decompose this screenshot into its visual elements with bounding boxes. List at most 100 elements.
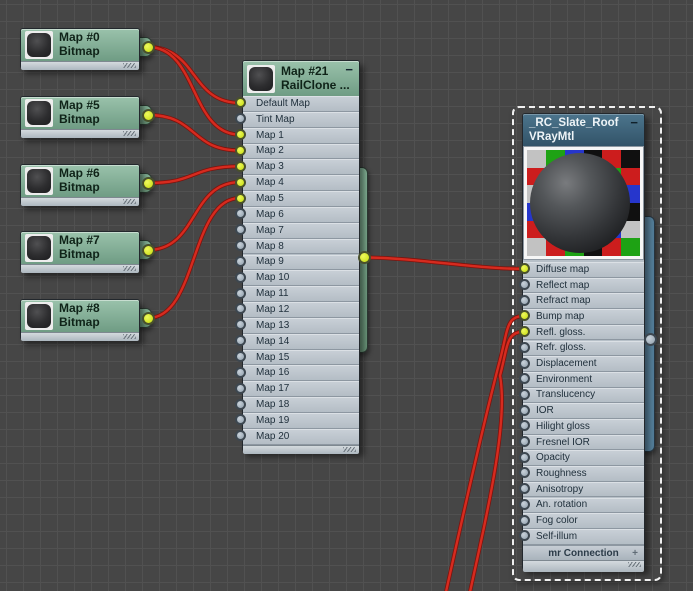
input-socket-map-16[interactable] [235, 367, 246, 378]
slot-label: Default Map [243, 98, 310, 109]
slot-label: Fresnel IOR [523, 437, 590, 448]
input-socket-map-14[interactable] [235, 335, 246, 346]
slot-label: Reflect map [523, 280, 589, 291]
slot-row-translucency: Translucency [523, 388, 644, 404]
input-socket-map-17[interactable] [235, 383, 246, 394]
input-socket-opacity[interactable] [519, 452, 530, 463]
input-socket-map-12[interactable] [235, 303, 246, 314]
output-socket-map-6[interactable] [142, 177, 155, 190]
input-socket-reflect-map[interactable] [519, 279, 530, 290]
input-socket-map-20[interactable] [235, 430, 246, 441]
input-socket-refract-map[interactable] [519, 295, 530, 306]
slot-row-map-5: Map 5 [243, 191, 359, 207]
node-header[interactable]: Map #0 Bitmap [21, 29, 139, 61]
input-socket-tint-map[interactable] [235, 113, 246, 124]
slot-label: An. rotation [523, 499, 587, 510]
output-socket-map-0[interactable] [142, 41, 155, 54]
input-socket-map-8[interactable] [235, 240, 246, 251]
input-socket-default-map[interactable] [235, 97, 246, 108]
input-socket-map-6[interactable] [235, 208, 246, 219]
input-socket-map-1[interactable] [235, 129, 246, 140]
input-socket-refr-gloss[interactable] [519, 342, 530, 353]
connection-wire[interactable] [365, 258, 525, 269]
collapse-icon[interactable]: − [630, 115, 638, 130]
bitmap-node-map-5[interactable]: Map #5 Bitmap [20, 96, 140, 137]
input-socket-map-15[interactable] [235, 351, 246, 362]
slot-row-map-7: Map 7 [243, 223, 359, 239]
material-preview[interactable] [524, 147, 643, 259]
input-socket-an-rotation[interactable] [519, 499, 530, 510]
railclone-node[interactable]: Map #21 RailClone ... − Default Map Tint… [242, 60, 360, 452]
resize-handle[interactable] [21, 264, 139, 273]
bitmap-thumbnail-icon [25, 302, 53, 330]
slot-row-anisotropy: Anisotropy [523, 482, 644, 498]
resize-handle[interactable] [243, 445, 359, 454]
input-socket-ior[interactable] [519, 405, 530, 416]
connection-wire[interactable] [148, 47, 240, 135]
node-header[interactable]: Map #7 Bitmap [21, 232, 139, 264]
input-socket-anisotropy[interactable] [519, 483, 530, 494]
plus-icon[interactable]: + [632, 546, 638, 561]
collapse-icon[interactable]: − [345, 62, 353, 77]
input-socket-map-4[interactable] [235, 177, 246, 188]
mr-connection-bar[interactable]: mr Connection + [523, 545, 644, 560]
resize-handle[interactable] [21, 197, 139, 206]
node-title: Map #21 [281, 65, 350, 79]
slot-row-an-rotation: An. rotation [523, 498, 644, 514]
slot-row-map-12: Map 12 [243, 302, 359, 318]
input-socket-bump-map[interactable] [519, 310, 530, 321]
input-socket-map-9[interactable] [235, 256, 246, 267]
railclone-output-socket[interactable] [358, 251, 371, 264]
resize-handle[interactable] [21, 61, 139, 70]
node-header[interactable]: Map #21 RailClone ... − [243, 61, 359, 96]
input-socket-diffuse-map[interactable] [519, 263, 530, 274]
resize-handle[interactable] [21, 129, 139, 138]
slot-label: Refract map [523, 295, 590, 306]
bitmap-node-map-0[interactable]: Map #0 Bitmap [20, 28, 140, 69]
input-socket-map-19[interactable] [235, 414, 246, 425]
input-socket-fresnel-ior[interactable] [519, 436, 530, 447]
connection-wire[interactable] [444, 316, 524, 591]
node-header[interactable]: Map #8 Bitmap [21, 300, 139, 332]
input-socket-map-10[interactable] [235, 272, 246, 283]
input-socket-map-5[interactable] [235, 193, 246, 204]
input-socket-map-3[interactable] [235, 161, 246, 172]
node-canvas[interactable]: Map #0 Bitmap Map #5 Bitmap Map #6 Bitma… [0, 0, 693, 591]
bitmap-node-map-6[interactable]: Map #6 Bitmap [20, 164, 140, 205]
resize-handle[interactable] [21, 332, 139, 341]
input-socket-fog-color[interactable] [519, 515, 530, 526]
input-socket-self-illum[interactable] [519, 530, 530, 541]
vray-material-node[interactable]: _RC_Slate_Roof VRayMtl − Diffuse map Ref… [522, 113, 645, 570]
slot-label: Map 3 [243, 161, 284, 172]
input-socket-map-7[interactable] [235, 224, 246, 235]
input-socket-map-11[interactable] [235, 288, 246, 299]
node-header[interactable]: _RC_Slate_Roof VRayMtl − [523, 114, 644, 146]
slot-row-diffuse-map: Diffuse map [523, 262, 644, 278]
input-socket-environment[interactable] [519, 373, 530, 384]
connection-wire[interactable] [148, 182, 240, 250]
input-socket-refl-gloss[interactable] [519, 326, 530, 337]
node-header[interactable]: Map #6 Bitmap [21, 165, 139, 197]
input-socket-translucency[interactable] [519, 389, 530, 400]
slot-row-map-8: Map 8 [243, 239, 359, 255]
bitmap-thumbnail-icon [25, 167, 53, 195]
resize-handle[interactable] [523, 560, 644, 572]
bitmap-node-map-8[interactable]: Map #8 Bitmap [20, 299, 140, 340]
node-header[interactable]: Map #5 Bitmap [21, 97, 139, 129]
bitmap-node-map-7[interactable]: Map #7 Bitmap [20, 231, 140, 272]
slot-row-map-17: Map 17 [243, 381, 359, 397]
slot-row-self-illum: Self-illum [523, 529, 644, 545]
input-socket-displacement[interactable] [519, 358, 530, 369]
output-socket-map-7[interactable] [142, 244, 155, 257]
input-socket-hilight-gloss[interactable] [519, 420, 530, 431]
input-socket-roughness[interactable] [519, 467, 530, 478]
bitmap-thumbnail-icon [25, 99, 53, 127]
slot-label: Map 19 [243, 415, 289, 426]
input-socket-map-13[interactable] [235, 319, 246, 330]
slot-row-map-3: Map 3 [243, 159, 359, 175]
input-socket-map-2[interactable] [235, 145, 246, 156]
output-socket-map-5[interactable] [142, 109, 155, 122]
input-socket-map-18[interactable] [235, 399, 246, 410]
output-socket-map-8[interactable] [142, 312, 155, 325]
vray-output-socket[interactable] [644, 333, 657, 346]
